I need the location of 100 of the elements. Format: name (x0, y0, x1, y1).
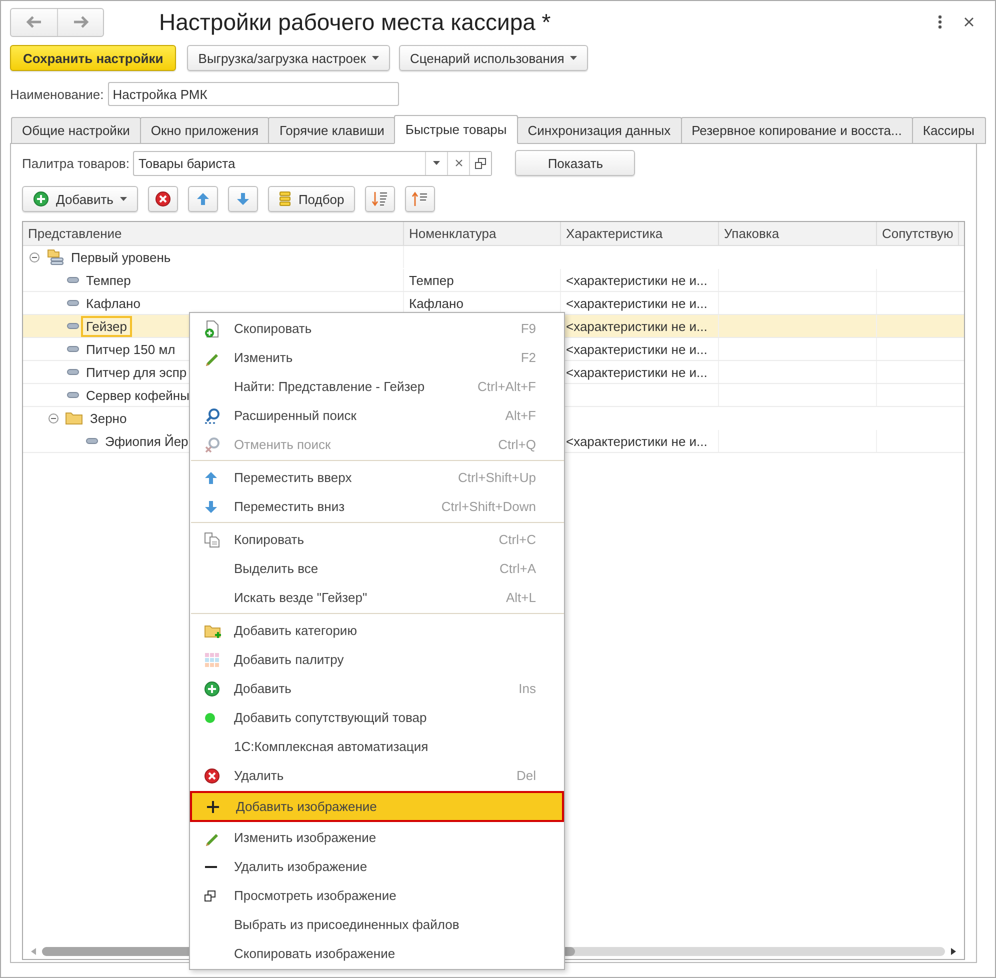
menu-item[interactable]: Переместить вверх Ctrl+Shift+Up (190, 463, 564, 492)
item-icon (67, 392, 79, 398)
table-cell: <характеристики не и... (566, 296, 708, 310)
sortdesc-button[interactable] (365, 186, 396, 212)
menu-item[interactable]: Расширенный поиск Alt+F (190, 401, 564, 430)
down-button[interactable] (228, 186, 258, 212)
tab[interactable]: Резервное копирование и восста... (680, 117, 913, 144)
column-header[interactable]: Характеристика (561, 222, 719, 245)
field-label: Наименование: (10, 86, 104, 102)
menu-item[interactable]: Скопировать изображение (190, 939, 564, 968)
plus-icon (206, 800, 220, 814)
caret-icon (372, 56, 379, 60)
item-icon (67, 346, 79, 352)
menu-item[interactable]: 1С:Комплексная автоматизация (190, 732, 564, 761)
search-cancel-icon (204, 436, 222, 452)
arrow-down-icon (236, 192, 250, 206)
table-cell: <характеристики не и... (566, 364, 708, 380)
column-header[interactable]: Упаковка (719, 222, 877, 245)
row-name: Сервер кофейны (85, 386, 190, 405)
item-icon (67, 300, 79, 306)
item-icon (67, 323, 79, 329)
menu-item[interactable]: Удалить Del (190, 761, 564, 790)
scroll-right-icon[interactable] (951, 948, 956, 954)
row-name: Эфиопия Йер (104, 432, 190, 451)
table-cell: Кафлано (409, 296, 464, 310)
folder-plus-icon (204, 622, 222, 638)
column-header[interactable]: Номенклатура (404, 222, 561, 245)
field-label: Палитра товаров: (22, 156, 130, 170)
menu-item[interactable]: Выбрать из присоединенных файлов (190, 910, 564, 939)
row-name: Питчер для эспр (85, 364, 188, 382)
sort-ascending-icon (412, 191, 428, 207)
menu-item[interactable]: Выделить все Ctrl+A (190, 554, 564, 583)
row-name: Кафлано (85, 294, 142, 313)
tab[interactable]: Горячие клавиши (268, 117, 396, 144)
show-button[interactable]: Показать (515, 150, 636, 176)
sort-descending-icon (372, 191, 388, 207)
stack-icon (46, 249, 64, 265)
table-cell: <характеристики не и... (566, 342, 708, 356)
tab[interactable]: Синхронизация данных (516, 117, 682, 144)
table-cell: <характеристики не и... (566, 272, 708, 288)
row-name: Зерно (89, 410, 128, 428)
menu-item[interactable]: Удалить изображение (190, 852, 564, 881)
close-icon (964, 17, 974, 27)
menu-item[interactable]: Добавить сопутствующий товар (190, 703, 564, 732)
collapse-icon[interactable] (48, 412, 59, 424)
arrow-up-icon (196, 192, 210, 206)
sortasc-button[interactable] (405, 186, 436, 212)
item-icon (67, 277, 79, 283)
menu-item[interactable]: Просмотреть изображение (190, 881, 564, 910)
column-header[interactable]: Представление (23, 222, 404, 245)
row-name: Первый уровень (70, 248, 172, 267)
stack-icon (279, 191, 292, 207)
menu-item[interactable]: Изменить изображение (190, 823, 564, 852)
arrow-left-icon (26, 16, 42, 28)
delete-button[interactable] (148, 186, 178, 212)
name-field[interactable]: Настройка РМК (108, 82, 399, 106)
item-icon (67, 369, 79, 375)
menu-item[interactable]: Скопировать F9 (190, 314, 564, 343)
menu-item[interactable]: Добавить палитру (190, 645, 564, 674)
tab[interactable]: Быстрые товары (394, 115, 518, 144)
menu-item[interactable]: Переместить вниз Ctrl+Shift+Down (190, 492, 564, 521)
tab[interactable]: Кассиры (912, 117, 986, 144)
row-name: Темпер (85, 272, 132, 290)
windows-icon (475, 158, 486, 168)
tab[interactable]: Окно приложения (140, 117, 270, 144)
save-button[interactable]: Сохранить настройки (10, 45, 176, 71)
menu-item[interactable]: Добавить категорию (190, 616, 564, 645)
dropdown-button[interactable]: Сценарий использования (398, 45, 588, 71)
caret-icon (120, 197, 128, 201)
copy-icon (204, 532, 220, 548)
delete-icon (155, 191, 172, 207)
document-plus-icon (204, 320, 220, 338)
caret-icon (570, 56, 578, 60)
menu-item[interactable]: Копировать Ctrl+C (190, 525, 564, 554)
open-button[interactable] (469, 152, 492, 174)
menu-item[interactable]: Изменить F2 (190, 343, 564, 372)
add-button[interactable]: Добавить (22, 186, 138, 212)
column-header[interactable]: Сопутствую (877, 222, 959, 245)
menu-item[interactable]: Добавить Ins (190, 674, 564, 703)
plus-circle-icon (33, 191, 49, 207)
palette-field[interactable]: Товары бариста (133, 150, 492, 176)
search-icon (204, 408, 222, 424)
collapse-icon[interactable] (29, 252, 40, 262)
more-icon (938, 15, 942, 29)
menu-item[interactable]: Искать везде "Гейзер" Alt+L (190, 583, 564, 612)
palette-grid-icon (204, 652, 220, 666)
table-cell: <характеристики не и... (566, 434, 708, 448)
pick-button[interactable]: Подбор (268, 186, 356, 212)
up-button[interactable] (188, 186, 218, 212)
dot-icon (204, 712, 216, 724)
menu-item[interactable]: Найти: Представление - Гейзер Ctrl+Alt+F (190, 372, 564, 401)
arrow-up-icon (204, 470, 218, 484)
arrow-right-icon (72, 16, 88, 28)
tab[interactable]: Общие настройки (11, 117, 141, 144)
row-name: Питчер 150 мл (85, 340, 176, 359)
arrow-down-icon (204, 500, 218, 514)
caret-icon (433, 161, 440, 165)
menu-item[interactable]: Добавить изображение (190, 791, 564, 822)
windows-icon (204, 890, 216, 902)
dropdown-button[interactable]: Выгрузка/загрузка настроек (187, 45, 390, 71)
